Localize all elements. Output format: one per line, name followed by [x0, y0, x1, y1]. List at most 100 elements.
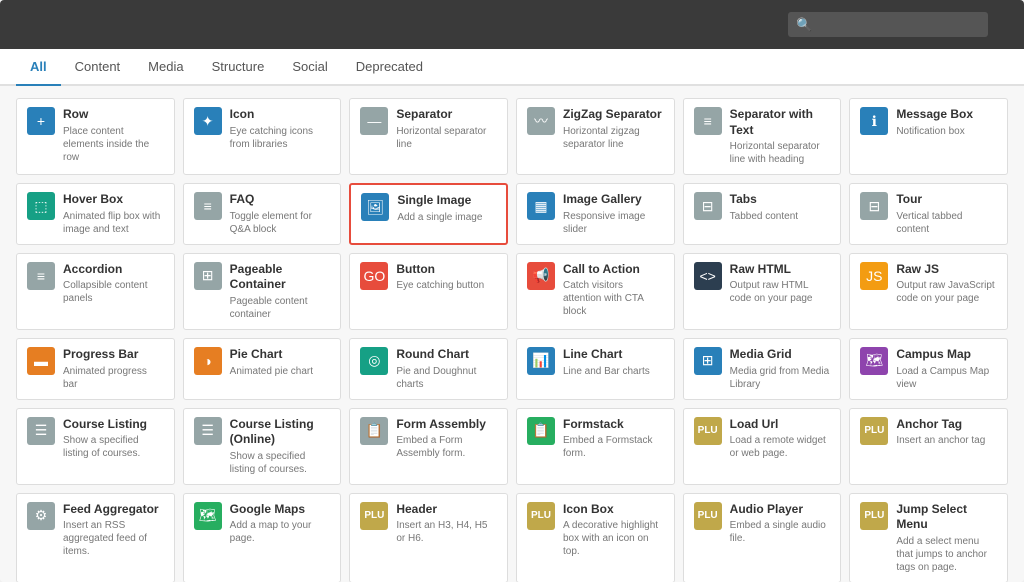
element-card[interactable]: PLU Icon BoxA decorative highlight box wi…: [516, 493, 675, 582]
element-card[interactable]: ▦Image GalleryResponsive image slider: [516, 183, 675, 245]
search-input[interactable]: [788, 12, 988, 37]
element-info: Form AssemblyEmbed a Form Assembly form.: [396, 417, 497, 461]
element-card[interactable]: ◑Pie ChartAnimated pie chart: [183, 338, 342, 400]
element-info: SeparatorHorizontal separator line: [396, 107, 497, 151]
element-info: Tabs Tabbed content: [730, 192, 831, 223]
element-card[interactable]: ≡Separator with TextHorizontal separator…: [683, 98, 842, 175]
element-desc: Catch visitors attention with CTA block: [563, 279, 664, 318]
element-name: Course Listing: [63, 417, 164, 433]
element-name: Audio Player: [730, 502, 831, 518]
element-card[interactable]: ☰Course ListingShow a specified listing …: [16, 408, 175, 485]
element-name: Formstack: [563, 417, 664, 433]
element-name: Raw HTML: [730, 262, 831, 278]
element-card[interactable]: ≡ AccordionCollapsible content panels: [16, 253, 175, 330]
element-name: Accordion: [63, 262, 164, 278]
element-card[interactable]: ▬Progress BarAnimated progress bar: [16, 338, 175, 400]
element-icon: GO: [360, 262, 388, 290]
element-info: HeaderInsert an H3, H4, H5 or H6.: [396, 502, 497, 546]
element-card[interactable]: PLU Load UrlLoad a remote widget or web p…: [683, 408, 842, 485]
element-card[interactable]: PLU HeaderInsert an H3, H4, H5 or H6.: [349, 493, 508, 582]
close-button[interactable]: [996, 23, 1008, 27]
element-icon: PLU: [360, 502, 388, 530]
tab-content[interactable]: Content: [61, 49, 135, 86]
element-desc: Notification box: [896, 125, 997, 138]
element-desc: Place content elements inside the row: [63, 125, 164, 164]
element-card[interactable]: +RowPlace content elements inside the ro…: [16, 98, 175, 175]
element-info: Feed AggregatorInsert an RSS aggregated …: [63, 502, 164, 559]
element-card[interactable]: ⊞Media GridMedia grid from Media Library: [683, 338, 842, 400]
element-card[interactable]: ✦ IconEye catching icons from libraries: [183, 98, 342, 175]
element-icon: ✦: [194, 107, 222, 135]
element-card[interactable]: ◎Round ChartPie and Doughnut charts: [349, 338, 508, 400]
element-card[interactable]: ⊟TourVertical tabbed content: [849, 183, 1008, 245]
element-card[interactable]: 📋Form AssemblyEmbed a Form Assembly form…: [349, 408, 508, 485]
element-card[interactable]: PLUAnchor TagInsert an anchor tag: [849, 408, 1008, 485]
element-card[interactable]: 🖼Single ImageAdd a single image: [349, 183, 508, 245]
element-card[interactable]: 🗺Google MapsAdd a map to your page.: [183, 493, 342, 582]
element-icon: ◑: [194, 347, 222, 375]
element-icon: 〰: [527, 107, 555, 135]
element-name: Hover Box: [63, 192, 164, 208]
element-icon: PLU: [527, 502, 555, 530]
element-name: Tabs: [730, 192, 831, 208]
tab-media[interactable]: Media: [134, 49, 197, 86]
element-card[interactable]: ⚙Feed AggregatorInsert an RSS aggregated…: [16, 493, 175, 582]
element-name: Tour: [896, 192, 997, 208]
element-card[interactable]: ⬚Hover BoxAnimated flip box with image a…: [16, 183, 175, 245]
element-info: Load UrlLoad a remote widget or web page…: [730, 417, 831, 461]
element-name: Icon Box: [563, 502, 664, 518]
element-info: Line ChartLine and Bar charts: [563, 347, 664, 378]
element-icon: PLU: [694, 417, 722, 445]
element-name: Pageable Container: [230, 262, 331, 293]
tab-deprecated[interactable]: Deprecated: [342, 49, 437, 86]
element-card[interactable]: JSRaw JSOutput raw JavaScript code on yo…: [849, 253, 1008, 330]
element-icon: 📊: [527, 347, 555, 375]
tab-all[interactable]: All: [16, 49, 61, 86]
element-info: TourVertical tabbed content: [896, 192, 997, 236]
element-name: Load Url: [730, 417, 831, 433]
element-desc: Tabbed content: [730, 210, 831, 223]
element-name: Feed Aggregator: [63, 502, 164, 518]
element-name: Raw JS: [896, 262, 997, 278]
element-card[interactable]: 📊 Line ChartLine and Bar charts: [516, 338, 675, 400]
tabs-bar: AllContentMediaStructureSocialDeprecated: [0, 49, 1024, 86]
element-card[interactable]: <>Raw HTMLOutput raw HTML code on your p…: [683, 253, 842, 330]
element-card[interactable]: ⊟TabsTabbed content: [683, 183, 842, 245]
element-icon: PLU: [694, 502, 722, 530]
element-name: Jump Select Menu: [896, 502, 997, 533]
element-card[interactable]: 🗺Campus MapLoad a Campus Map view: [849, 338, 1008, 400]
element-card[interactable]: ≡FAQToggle element for Q&A block: [183, 183, 342, 245]
element-desc: Load a Campus Map view: [896, 365, 997, 391]
element-card[interactable]: PLUJump Select MenuAdd a select menu tha…: [849, 493, 1008, 582]
elements-grid: +RowPlace content elements inside the ro…: [16, 98, 1008, 582]
element-desc: Output raw HTML code on your page: [730, 279, 831, 305]
modal-header: 🔍: [0, 0, 1024, 49]
element-card[interactable]: 📢Call to ActionCatch visitors attention …: [516, 253, 675, 330]
element-name: ZigZag Separator: [563, 107, 664, 123]
element-info: IconEye catching icons from libraries: [230, 107, 331, 151]
element-info: Raw HTMLOutput raw HTML code on your pag…: [730, 262, 831, 306]
tab-social[interactable]: Social: [278, 49, 341, 86]
element-info: Icon BoxA decorative highlight box with …: [563, 502, 664, 559]
element-desc: Responsive image slider: [563, 210, 664, 236]
element-desc: Load a remote widget or web page.: [730, 434, 831, 460]
element-card[interactable]: —SeparatorHorizontal separator line: [349, 98, 508, 175]
element-desc: Media grid from Media Library: [730, 365, 831, 391]
element-info: ZigZag SeparatorHorizontal zigzag separa…: [563, 107, 664, 151]
element-card[interactable]: ℹMessage BoxNotification box: [849, 98, 1008, 175]
element-desc: Collapsible content panels: [63, 279, 164, 305]
element-card[interactable]: 📋FormstackEmbed a Formstack form.: [516, 408, 675, 485]
element-card[interactable]: ⊞Pageable ContainerPageable content cont…: [183, 253, 342, 330]
element-name: Google Maps: [230, 502, 331, 518]
tab-structure[interactable]: Structure: [198, 49, 279, 86]
element-icon: ◎: [360, 347, 388, 375]
element-card[interactable]: PLUAudio PlayerEmbed a single audio file…: [683, 493, 842, 582]
element-card[interactable]: GOButtonEye catching button: [349, 253, 508, 330]
element-name: Separator: [396, 107, 497, 123]
header-right: 🔍: [788, 12, 1008, 37]
element-icon: ▦: [527, 192, 555, 220]
element-icon: ≡: [27, 262, 55, 290]
element-card[interactable]: 〰 ZigZag SeparatorHorizontal zigzag separ…: [516, 98, 675, 175]
element-card[interactable]: ☰Course Listing (Online)Show a specified…: [183, 408, 342, 485]
element-info: AccordionCollapsible content panels: [63, 262, 164, 306]
